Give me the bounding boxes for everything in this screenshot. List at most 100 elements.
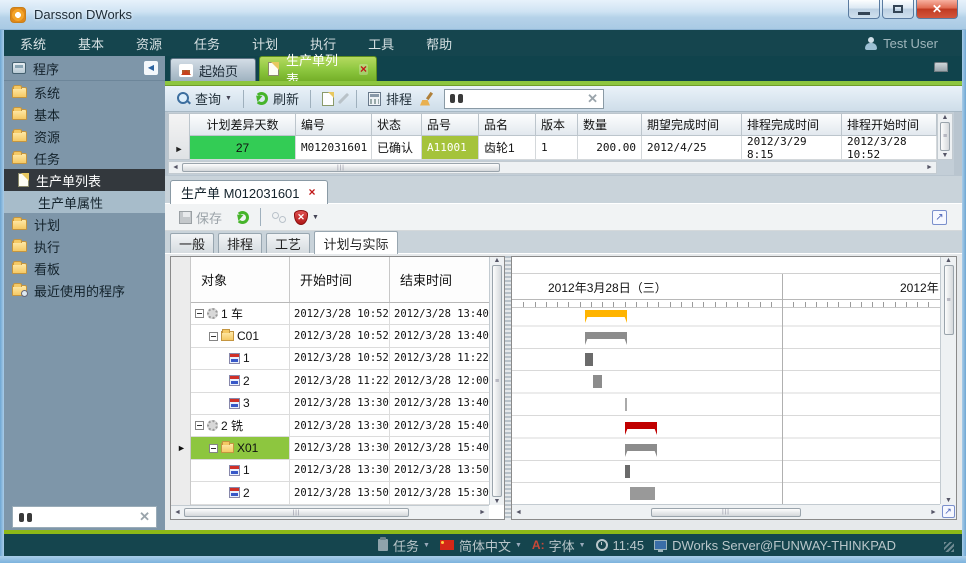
tree-vertical-scrollbar[interactable]: ▲ ≡ ▼ [489, 257, 504, 505]
status-language-menu[interactable]: 简体中文 ▼ [440, 536, 522, 555]
tree-col-end[interactable]: 结束时间 [390, 257, 489, 302]
sidebar-item-system[interactable]: 系统 [4, 81, 165, 103]
scroll-left-icon[interactable]: ◄ [171, 509, 184, 516]
tree-col-start[interactable]: 开始时间 [290, 257, 390, 302]
tree-row-task[interactable]: 3 2012/3/28 13:30 2012/3/28 13:40 [191, 393, 489, 415]
status-font-menu[interactable]: A: 字体 ▼ [532, 536, 586, 555]
tree-row-c01[interactable]: C01 2012/3/28 10:52 2012/3/28 13:40 [191, 325, 489, 347]
col-qty[interactable]: 数量 [578, 113, 642, 136]
grid-vertical-scrollbar[interactable]: ▲ ≡ ▼ [937, 113, 953, 160]
tree-col-object[interactable]: 对象 [191, 257, 290, 302]
menu-basic[interactable]: 基本 [62, 34, 120, 53]
sidebar-item-production-order-properties[interactable]: 生产单属性 [4, 191, 165, 213]
scroll-up-icon[interactable]: ▲ [942, 257, 955, 264]
collapse-icon[interactable] [195, 309, 204, 318]
scrollbar-thumb[interactable]: ||| [182, 163, 500, 172]
close-button[interactable]: ✕ [916, 0, 958, 19]
sidebar-item-plan[interactable]: 计划 [4, 213, 165, 235]
col-expected-finish[interactable]: 期望完成时间 [642, 113, 742, 136]
cell-sched-finish[interactable]: 2012/3/29 8:15 [742, 136, 842, 160]
maximize-button[interactable] [882, 0, 914, 19]
scroll-down-icon[interactable]: ▼ [491, 498, 504, 505]
col-sched-start[interactable]: 排程开始时间 [842, 113, 937, 136]
chevron-down-icon[interactable]: ▼ [312, 214, 319, 221]
cell-status[interactable]: 已确认 [372, 136, 422, 160]
sidebar-item-kanban[interactable]: 看板 [4, 257, 165, 279]
grid-horizontal-scrollbar[interactable]: ◄ ||| ► [168, 161, 937, 174]
chevron-down-icon[interactable]: ▼ [579, 542, 586, 549]
menu-help[interactable]: 帮助 [410, 34, 468, 53]
collapse-icon[interactable] [209, 444, 218, 453]
gantt-bar-task[interactable] [585, 353, 593, 366]
popout-button[interactable]: ↗ [932, 210, 947, 225]
refresh-button[interactable]: 刷新 [255, 89, 299, 108]
gantt-bar-summary[interactable] [585, 310, 627, 317]
gantt-bar-summary[interactable] [625, 444, 658, 451]
scroll-left-icon[interactable]: ◄ [512, 509, 525, 516]
gantt-bar-task[interactable] [625, 398, 628, 411]
menu-resource[interactable]: 资源 [120, 34, 178, 53]
sidebar-collapse-button[interactable]: ◀ [143, 60, 159, 76]
col-status[interactable]: 状态 [372, 113, 422, 136]
col-plan-diff-days[interactable]: 计划差异天数 [190, 113, 296, 136]
filter-search-input[interactable]: ✕ [444, 89, 604, 109]
tree-row-x01-selected[interactable]: X01 2012/3/28 13:30 2012/3/28 15:40 [191, 437, 489, 459]
tab-close-icon[interactable]: × [359, 64, 368, 75]
clean-button[interactable] [420, 92, 434, 106]
cell-item-name[interactable]: 齿轮1 [479, 136, 536, 160]
tree-row-task[interactable]: 1 2012/3/28 13:30 2012/3/28 13:50 [191, 460, 489, 482]
resize-grip[interactable] [944, 542, 954, 552]
collapse-icon[interactable] [209, 332, 218, 341]
cell-version[interactable]: 1 [536, 136, 578, 160]
gantt-bar-task[interactable] [625, 465, 630, 478]
cell-code[interactable]: M012031601 [296, 136, 372, 160]
col-item-name[interactable]: 品名 [479, 113, 536, 136]
validate-button[interactable]: ✕ ▼ [294, 210, 319, 225]
scroll-down-icon[interactable]: ▼ [942, 497, 955, 504]
gantt-horizontal-scrollbar[interactable]: ◄ ||| ► [512, 504, 940, 519]
minimize-button[interactable] [848, 0, 880, 19]
tab-general[interactable]: 一般 [170, 233, 214, 253]
gantt-bar-task[interactable] [593, 375, 603, 388]
collapse-icon[interactable] [195, 421, 204, 430]
clear-search-icon[interactable]: ✕ [139, 509, 150, 525]
clear-filter-icon[interactable]: ✕ [587, 91, 598, 107]
pin-window-icon[interactable] [934, 62, 948, 72]
relation-button[interactable] [272, 211, 286, 223]
scroll-right-icon[interactable]: ► [476, 509, 489, 516]
menu-system[interactable]: 系统 [4, 34, 62, 53]
col-version[interactable]: 版本 [536, 113, 578, 136]
gantt-bar-summary[interactable] [585, 332, 627, 339]
cell-expected-finish[interactable]: 2012/4/25 [642, 136, 742, 160]
sidebar-item-task[interactable]: 任务 [4, 147, 165, 169]
schedule-button[interactable]: 排程 [368, 89, 412, 108]
scroll-right-icon[interactable]: ► [927, 509, 940, 516]
edit-button[interactable] [342, 92, 345, 105]
tree-row-machine-1[interactable]: 1 车 2012/3/28 10:52 2012/3/28 13:40 [191, 303, 489, 325]
scroll-up-icon[interactable]: ▲ [939, 114, 952, 121]
cell-sched-start[interactable]: 2012/3/28 10:52 [842, 136, 937, 160]
title-bar[interactable]: Darsson DWorks ✕ [0, 0, 966, 30]
scroll-left-icon[interactable]: ◄ [169, 164, 182, 171]
tab-process[interactable]: 工艺 [266, 233, 310, 253]
new-button[interactable] [322, 92, 334, 106]
col-item-no[interactable]: 品号 [422, 113, 479, 136]
scroll-right-icon[interactable]: ► [923, 164, 936, 171]
gantt-bar-task[interactable] [630, 487, 655, 500]
save-button[interactable]: 保存 [179, 208, 222, 227]
cell-item-no[interactable]: A11001 [422, 136, 479, 160]
chevron-down-icon[interactable]: ▼ [423, 542, 430, 549]
tab-close-icon[interactable]: × [308, 187, 317, 198]
cell-qty[interactable]: 200.00 [578, 136, 642, 160]
tab-production-order-detail[interactable]: 生产单 M012031601 × [170, 180, 328, 204]
col-code[interactable]: 编号 [296, 113, 372, 136]
current-user[interactable]: Test User [865, 36, 938, 51]
col-sched-finish[interactable]: 排程完成时间 [742, 113, 842, 136]
scroll-up-icon[interactable]: ▲ [491, 257, 504, 264]
tab-production-order-list[interactable]: 生产单列表 × [259, 56, 377, 81]
row-selector-column[interactable]: ► [168, 113, 190, 160]
sidebar-item-recent-programs[interactable]: 最近使用的程序 [4, 279, 165, 301]
sidebar-search-input[interactable]: ✕ [12, 506, 157, 528]
query-button[interactable]: 查询 ▼ [177, 89, 232, 108]
gantt-bar-summary[interactable] [625, 422, 658, 429]
